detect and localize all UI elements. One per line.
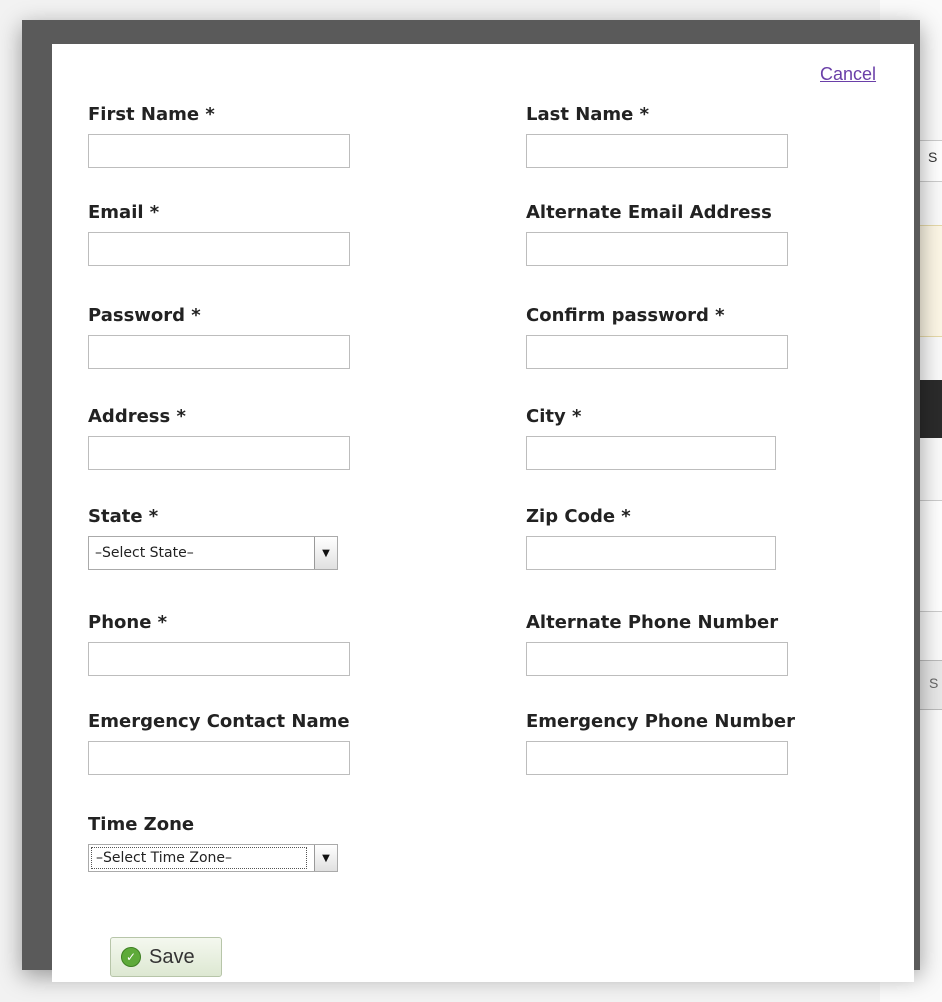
- alternate-email-field: Alternate Email Address: [526, 202, 788, 266]
- phone-label: Phone *: [88, 612, 168, 633]
- alternate-phone-label: Alternate Phone Number: [526, 612, 779, 633]
- background-button: S: [918, 660, 942, 710]
- time-zone-select-value: –Select Time Zone–: [91, 847, 307, 869]
- email-field: Email *: [88, 202, 350, 266]
- address-field: Address *: [88, 406, 350, 470]
- chevron-down-icon: ▼: [314, 845, 337, 871]
- emergency-phone-field: Emergency Phone Number: [526, 711, 795, 775]
- alternate-phone-field: Alternate Phone Number: [526, 612, 788, 676]
- password-field: Password *: [88, 305, 350, 369]
- cancel-link[interactable]: Cancel: [820, 64, 876, 85]
- alternate-email-label: Alternate Email Address: [526, 202, 772, 223]
- save-button[interactable]: ✓ Save: [110, 937, 222, 977]
- background-panel: [918, 500, 942, 612]
- last-name-input[interactable]: [526, 134, 788, 168]
- email-label: Email *: [88, 202, 160, 223]
- confirm-password-label: Confirm password *: [526, 305, 725, 326]
- background-text: S: [929, 675, 939, 691]
- zip-code-label: Zip Code *: [526, 506, 631, 527]
- state-field: State * –Select State– ▼: [88, 506, 338, 570]
- time-zone-field: Time Zone –Select Time Zone– ▼: [88, 814, 338, 872]
- alternate-phone-input[interactable]: [526, 642, 788, 676]
- password-input[interactable]: [88, 335, 350, 369]
- save-button-label: Save: [149, 945, 195, 968]
- profile-form-dialog: Cancel First Name * Last Name * Email * …: [52, 44, 914, 982]
- phone-input[interactable]: [88, 642, 350, 676]
- emergency-contact-name-label: Emergency Contact Name: [88, 711, 350, 732]
- confirm-password-field: Confirm password *: [526, 305, 788, 369]
- dialog-frame: Cancel First Name * Last Name * Email * …: [22, 20, 920, 982]
- address-label: Address *: [88, 406, 186, 427]
- last-name-field: Last Name *: [526, 104, 788, 168]
- first-name-field: First Name *: [88, 104, 350, 168]
- city-label: City *: [526, 406, 582, 427]
- alternate-email-input[interactable]: [526, 232, 788, 266]
- chevron-down-icon: ▼: [314, 537, 337, 569]
- first-name-input[interactable]: [88, 134, 350, 168]
- background-header-bar: [918, 380, 942, 438]
- time-zone-label: Time Zone: [88, 814, 195, 835]
- background-text: S: [928, 149, 938, 165]
- phone-field: Phone *: [88, 612, 350, 676]
- last-name-label: Last Name *: [526, 104, 650, 125]
- background-field: S: [918, 140, 942, 182]
- background-panel: [918, 225, 942, 337]
- emergency-contact-name-field: Emergency Contact Name: [88, 711, 350, 775]
- zip-code-field: Zip Code *: [526, 506, 776, 570]
- confirm-password-input[interactable]: [526, 335, 788, 369]
- time-zone-select[interactable]: –Select Time Zone– ▼: [88, 844, 338, 872]
- city-field: City *: [526, 406, 776, 470]
- address-input[interactable]: [88, 436, 350, 470]
- emergency-phone-input[interactable]: [526, 741, 788, 775]
- state-select[interactable]: –Select State– ▼: [88, 536, 338, 570]
- zip-code-input[interactable]: [526, 536, 776, 570]
- emergency-contact-name-input[interactable]: [88, 741, 350, 775]
- state-select-value: –Select State–: [95, 545, 194, 561]
- email-input[interactable]: [88, 232, 350, 266]
- password-label: Password *: [88, 305, 201, 326]
- state-label: State *: [88, 506, 159, 527]
- first-name-label: First Name *: [88, 104, 215, 125]
- check-circle-icon: ✓: [121, 947, 141, 967]
- city-input[interactable]: [526, 436, 776, 470]
- emergency-phone-label: Emergency Phone Number: [526, 711, 795, 732]
